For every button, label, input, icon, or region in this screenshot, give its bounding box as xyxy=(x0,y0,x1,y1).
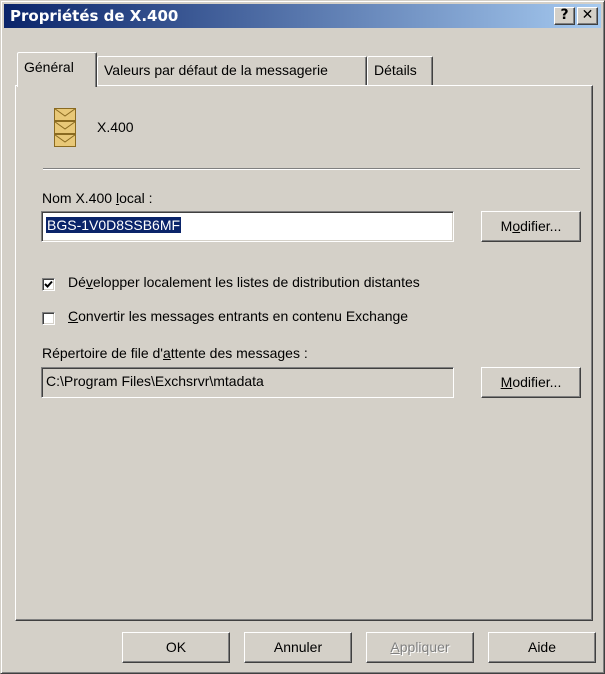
queue-dir-value: C:\Program Files\Exchsrvr\mtadata xyxy=(46,373,264,389)
convert-messages-checkbox[interactable] xyxy=(42,312,55,325)
checkmark-icon xyxy=(44,280,53,288)
tab-general[interactable]: Général xyxy=(17,52,97,87)
tab-details-label: Détails xyxy=(374,62,417,78)
tab-messaging-defaults-label: Valeurs par défaut de la messagerie xyxy=(104,62,328,78)
close-icon[interactable]: ✕ xyxy=(577,7,598,25)
window-title: Propriétés de X.400 xyxy=(10,7,179,25)
queue-dir-field[interactable]: C:\Program Files\Exchsrvr\mtadata xyxy=(41,367,454,398)
title-bar[interactable]: Propriétés de X.400 ? ✕ xyxy=(4,4,601,28)
header-label: X.400 xyxy=(97,119,134,135)
apply-button[interactable]: Appliquer xyxy=(366,632,474,663)
ok-button[interactable]: OK xyxy=(122,632,230,663)
properties-dialog: Propriétés de X.400 ? ✕ Général Valeurs … xyxy=(0,0,605,674)
local-name-label: Nom X.400 local : xyxy=(42,190,153,206)
help-icon[interactable]: ? xyxy=(554,7,575,25)
tab-details[interactable]: Détails xyxy=(367,56,433,85)
queue-dir-label: Répertoire de file d'attente des message… xyxy=(42,345,308,361)
tab-general-label: Général xyxy=(24,59,74,75)
cancel-button[interactable]: Annuler xyxy=(244,632,352,663)
local-name-field[interactable]: BGS-1V0D8SSB6MF xyxy=(41,211,454,242)
envelopes-icon xyxy=(54,108,76,147)
modify-local-name-button[interactable]: Modifier... xyxy=(481,211,581,242)
expand-dl-checkbox[interactable] xyxy=(42,278,55,291)
expand-dl-label: Développer localement les listes de dist… xyxy=(68,274,420,290)
local-name-value: BGS-1V0D8SSB6MF xyxy=(46,217,182,233)
help-button[interactable]: Aide xyxy=(488,632,596,663)
convert-messages-label: Convertir les messages entrants en conte… xyxy=(68,308,409,324)
tab-panel-general: X.400 Nom X.400 local : BGS-1V0D8SSB6MF … xyxy=(15,85,593,621)
separator xyxy=(43,168,580,170)
tab-messaging-defaults[interactable]: Valeurs par défaut de la messagerie xyxy=(97,56,367,85)
modify-queue-dir-button[interactable]: Modifier... xyxy=(481,367,581,398)
